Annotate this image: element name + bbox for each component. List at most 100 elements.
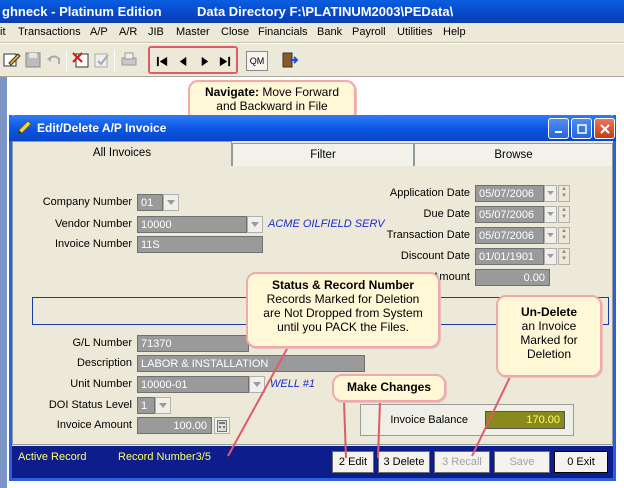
navigate-callout-text-1: Move Forward: [259, 85, 340, 99]
undelete-callout-line-2: Marked for: [520, 333, 578, 347]
tab-strip: All Invoices Filter Browse: [12, 141, 613, 169]
save-button[interactable]: Save: [494, 451, 550, 473]
app-title-bar: ghneck - Platinum Edition Data Directory…: [0, 0, 624, 23]
last-record-icon[interactable]: [214, 51, 234, 71]
status-callout-line-3: until you PACK the Files.: [277, 320, 409, 334]
undelete-callout-title: Un-Delete: [520, 305, 577, 319]
pencil-icon: [17, 120, 32, 135]
maximize-icon[interactable]: [571, 118, 592, 139]
previous-record-icon[interactable]: [173, 51, 193, 71]
make-changes-callout-title: Make Changes: [346, 380, 432, 394]
menu-jib[interactable]: JIB: [148, 26, 164, 38]
first-record-icon[interactable]: [152, 51, 172, 71]
status-bar: Active Record Record Number3/5 2 Edit 3 …: [12, 446, 613, 478]
make-changes-callout: Make Changes: [332, 374, 446, 402]
vendor-number-field[interactable]: 10000: [137, 216, 247, 233]
chevron-down-icon[interactable]: [544, 248, 557, 265]
record-number-status: Record Number3/5: [118, 451, 211, 463]
chevron-down-icon[interactable]: [544, 227, 557, 244]
description-field[interactable]: LABOR & INSTALLATION: [137, 355, 365, 372]
active-record-status: Active Record: [18, 451, 87, 463]
next-record-icon[interactable]: [194, 51, 214, 71]
chevron-down-icon[interactable]: [544, 206, 557, 223]
gl-number-label: G/L Number: [72, 337, 132, 349]
invoice-number-label: Invoice Number: [54, 238, 132, 250]
transaction-date-label: Transaction Date: [386, 229, 470, 241]
vendor-number-label: Vendor Number: [54, 218, 132, 230]
exit-button[interactable]: 0 Exit: [554, 451, 608, 473]
status-record-callout: Status & Record Number Records Marked fo…: [246, 272, 440, 348]
due-date-label: Due Date: [423, 208, 470, 220]
menu-financials[interactable]: Financials: [258, 26, 308, 38]
print-icon[interactable]: [118, 49, 140, 71]
transaction-date-field[interactable]: 05/07/2006: [475, 227, 544, 244]
company-number-field[interactable]: 01: [137, 194, 163, 211]
unit-name: WELL #1: [270, 378, 316, 390]
chevron-down-icon[interactable]: [247, 216, 263, 233]
menu-transactions[interactable]: Transactions: [18, 26, 81, 38]
due-date-field[interactable]: 05/07/2006: [475, 206, 544, 223]
delete-record-icon[interactable]: [70, 49, 92, 71]
chevron-down-icon[interactable]: [544, 185, 557, 202]
chevron-down-icon[interactable]: [163, 194, 179, 211]
menu-bank[interactable]: Bank: [317, 26, 342, 38]
recall-button[interactable]: 3 Recall: [434, 451, 490, 473]
minimize-icon[interactable]: [548, 118, 569, 139]
application-date-field[interactable]: 05/07/2006: [475, 185, 544, 202]
tab-all-invoices[interactable]: All Invoices: [12, 141, 232, 168]
status-callout-line-1: Records Marked for Deletion: [266, 292, 420, 306]
approve-check-icon[interactable]: [91, 49, 113, 71]
date-spinner[interactable]: ▲ ▼: [558, 248, 570, 265]
menu-close[interactable]: Close: [221, 26, 249, 38]
invoice-amount-field[interactable]: 100.00: [137, 417, 212, 434]
calculator-icon[interactable]: [214, 417, 230, 434]
menu-master[interactable]: Master: [176, 26, 210, 38]
chevron-down-icon[interactable]: [249, 376, 265, 393]
close-icon[interactable]: [594, 118, 615, 139]
menu-utilities[interactable]: Utilities: [397, 26, 432, 38]
navigate-callout-title: Navigate:: [204, 85, 259, 99]
window-title: Edit/Delete A/P Invoice: [37, 121, 167, 135]
date-spinner[interactable]: ▲ ▼: [558, 227, 570, 244]
doi-status-label: DOI Status Level: [48, 399, 132, 411]
undo-icon[interactable]: [43, 49, 65, 71]
menu-edit[interactable]: it: [0, 26, 6, 38]
menu-payroll[interactable]: Payroll: [352, 26, 386, 38]
company-number-label: Company Number: [42, 196, 132, 208]
date-spinner[interactable]: ▲ ▼: [558, 206, 570, 223]
application-date-label: Application Date: [389, 187, 470, 199]
discount-date-field[interactable]: 01/01/1901: [475, 248, 544, 265]
menu-ap[interactable]: A/P: [90, 26, 108, 38]
unit-number-label: Unit Number: [70, 378, 132, 390]
chevron-down-icon[interactable]: [155, 397, 171, 414]
amount-field[interactable]: 0.00: [475, 269, 550, 286]
edit-record-icon[interactable]: [1, 49, 23, 71]
toolbar: QM: [0, 44, 624, 77]
delete-button[interactable]: 3 Delete: [378, 451, 430, 473]
exit-door-icon[interactable]: [278, 49, 300, 71]
edit-button[interactable]: 2 Edit: [332, 451, 374, 473]
status-callout-title: Status & Record Number: [271, 278, 415, 292]
left-edge-panel: [0, 77, 7, 488]
status-callout-line-2: are Not Dropped from System: [263, 306, 423, 320]
invoice-number-field[interactable]: 11S: [137, 236, 263, 253]
discount-date-label: Discount Date: [400, 250, 470, 262]
save-disk-icon[interactable]: [22, 49, 44, 71]
invoice-balance-field: 170.00: [485, 411, 565, 429]
gl-number-field[interactable]: 71370: [137, 335, 249, 352]
invoice-balance-label: Invoice Balance: [390, 414, 468, 426]
data-directory: Data Directory F:\PLATINUM2003\PEData\: [197, 4, 454, 19]
navigate-callout-text-2: and Backward in File: [216, 99, 328, 113]
qm-button[interactable]: QM: [246, 51, 268, 71]
app-title: ghneck - Platinum Edition: [2, 4, 162, 19]
menu-ar[interactable]: A/R: [119, 26, 137, 38]
date-spinner[interactable]: ▲ ▼: [558, 185, 570, 202]
undelete-callout-line-1: an Invoice: [521, 319, 577, 333]
menu-help[interactable]: Help: [443, 26, 466, 38]
menu-bar: it Transactions A/P A/R JIB Master Close…: [0, 23, 624, 43]
window-title-bar: Edit/Delete A/P Invoice: [9, 115, 616, 141]
undelete-callout: Un-Delete an Invoice Marked for Deletion: [496, 295, 602, 377]
description-label: Description: [76, 357, 132, 369]
doi-status-field[interactable]: 1: [137, 397, 155, 414]
unit-number-field[interactable]: 10000-01: [137, 376, 249, 393]
